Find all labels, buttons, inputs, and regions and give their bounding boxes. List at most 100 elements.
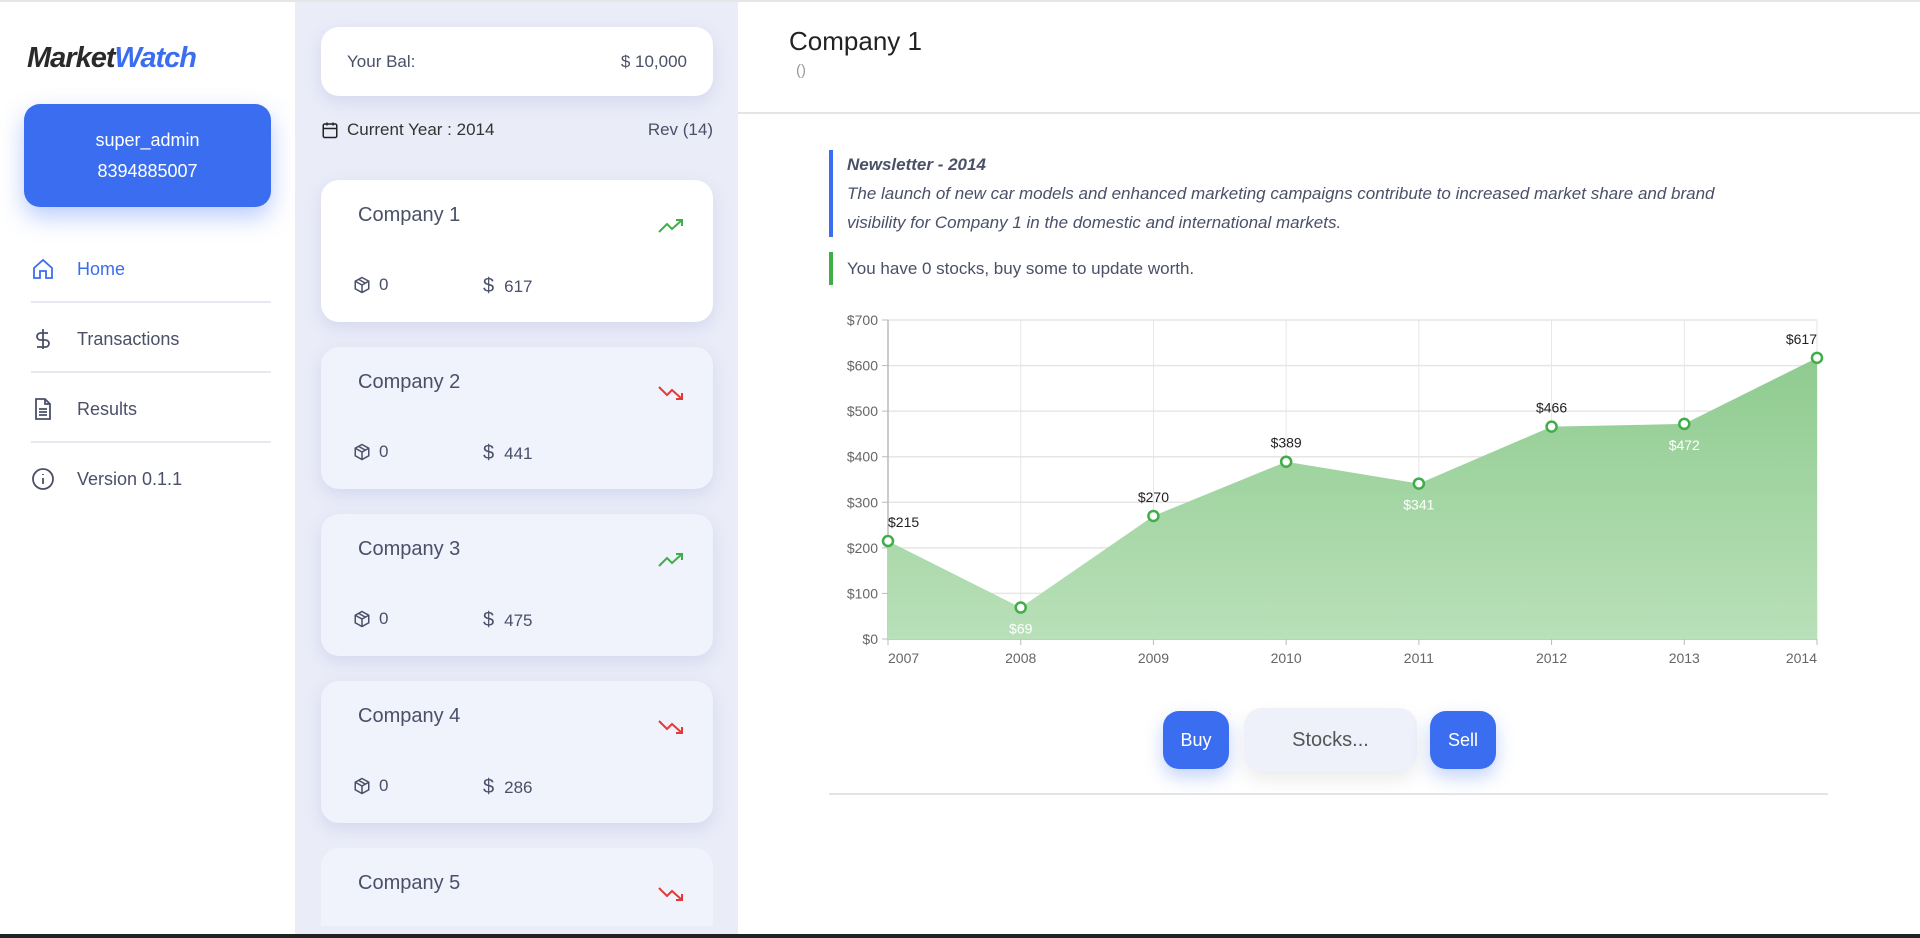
nav-home[interactable]: Home [31, 249, 271, 289]
buy-button[interactable]: Buy [1163, 711, 1229, 769]
company-price-value: 475 [504, 610, 533, 630]
nav-transactions-label: Transactions [77, 328, 180, 349]
year-row: Current Year : 2014 Rev (14) [321, 120, 713, 140]
company-price: $475 [483, 609, 533, 632]
balance-label: Your Bal: [347, 51, 416, 71]
y-tick-label: $600 [847, 358, 878, 374]
balance-value-wrap: $ 10,000 [621, 52, 687, 72]
dollar-icon: $ [483, 275, 495, 297]
company-name: Company 3 [358, 538, 461, 560]
box-icon [354, 777, 370, 795]
trending-down-icon [658, 386, 683, 400]
x-tick-label: 2012 [1536, 650, 1567, 666]
nav-version[interactable]: Version 0.1.1 [31, 459, 271, 499]
nav-divider [31, 441, 271, 443]
dollar-icon: $ [483, 776, 495, 798]
stock-count: 0 [353, 275, 388, 295]
info-icon [32, 468, 54, 490]
stock-count: 0 [353, 776, 388, 796]
stock-count: 0 [353, 442, 388, 462]
y-tick-label: $400 [847, 449, 878, 465]
company-price-value: 441 [504, 443, 533, 463]
company-price-value: 286 [504, 777, 533, 797]
nav-transactions[interactable]: Transactions [31, 319, 271, 359]
bottom-border [0, 934, 1920, 938]
company-name: Company 2 [358, 371, 461, 393]
revision: Rev (14) [647, 120, 713, 139]
sell-button[interactable]: Sell [1430, 711, 1496, 769]
data-point [1279, 455, 1293, 468]
box-icon [354, 610, 370, 628]
sidebar: MarketWatch super_admin 8394885007 Home … [0, 2, 295, 934]
company-card[interactable]: Company 5 [321, 848, 713, 926]
y-tick-label: $500 [847, 403, 878, 419]
data-label: $617 [1786, 331, 1817, 347]
price-area [888, 357, 1817, 639]
company-card[interactable]: Company 3 0 $475 [321, 514, 713, 656]
y-tick-label: $300 [847, 494, 878, 510]
nav-results[interactable]: Results [31, 389, 271, 429]
data-label: $389 [1271, 435, 1302, 451]
data-label: $341 [1403, 497, 1434, 513]
trending-down-icon [658, 720, 683, 734]
data-label: $466 [1536, 400, 1567, 416]
x-tick-label: 2008 [1005, 650, 1036, 666]
dollar-icon: $ [483, 442, 495, 464]
company-card[interactable]: Company 1 0 $617 [321, 180, 713, 322]
stock-count-value: 0 [379, 442, 389, 461]
stock-count-value: 0 [379, 776, 389, 795]
divider [829, 793, 1828, 795]
company-name: Company 1 [358, 204, 461, 226]
trending-up-icon [658, 219, 683, 233]
data-point [1147, 509, 1160, 523]
dollar-icon [36, 329, 50, 349]
stock-count: 0 [353, 609, 388, 629]
nav-results-label: Results [77, 398, 138, 419]
document-icon [35, 398, 51, 420]
company-price: $286 [483, 776, 533, 799]
data-point [1678, 417, 1691, 431]
company-card[interactable]: Company 4 0 $286 [321, 681, 713, 823]
nav-home-label: Home [77, 258, 126, 279]
y-tick-label: $700 [847, 312, 878, 328]
stock-count-value: 0 [379, 609, 389, 628]
x-tick-label: 2011 [1404, 650, 1434, 666]
company-price-value: 617 [504, 276, 533, 296]
data-point [881, 534, 895, 548]
home-icon [33, 258, 53, 279]
company-name: Company 4 [358, 705, 461, 727]
logo[interactable]: MarketWatch [27, 42, 197, 75]
stocks-input[interactable] [1244, 708, 1417, 772]
balance-card: Your Bal: $ 10,000 [321, 27, 713, 96]
box-icon [354, 276, 370, 294]
trending-up-icon [658, 553, 683, 567]
x-tick-label: 2010 [1271, 650, 1302, 666]
username: super_admin [95, 130, 200, 150]
user-phone: 8394885007 [97, 161, 198, 181]
data-label: $270 [1138, 489, 1169, 505]
price-chart: $0 $100 $200 $300 $400 $500 $600 $700 2007 2008 20… [847, 312, 1824, 666]
current-year: Current Year : 2014 [347, 120, 495, 139]
nav-divider [31, 371, 271, 373]
calendar-icon [322, 122, 338, 139]
x-tick-label: 2014 [1786, 650, 1817, 666]
nav-divider [31, 301, 271, 303]
y-tick-label: $200 [847, 540, 878, 556]
company-panel: Your Bal: $ 10,000 Current Year : 2014 R… [295, 2, 738, 934]
nav-version-label: Version 0.1.1 [77, 468, 183, 489]
dollar-icon: $ [620, 51, 635, 71]
company-card[interactable]: Company 2 0 $441 [321, 347, 713, 489]
data-point [1545, 420, 1558, 433]
y-tick-label: $100 [847, 585, 878, 601]
data-label: $215 [888, 514, 919, 530]
data-label: $472 [1669, 437, 1700, 453]
box-icon [354, 443, 370, 461]
data-point [1810, 351, 1824, 365]
main-content: Company 1 () Newsletter - 2014 The launc… [738, 2, 1920, 934]
x-tick-label: 2009 [1138, 650, 1169, 666]
user-card: super_admin 8394885007 [24, 104, 271, 207]
company-price: $441 [483, 442, 533, 465]
balance-value: 10,000 [635, 51, 687, 71]
data-point [1412, 477, 1426, 490]
data-label: $69 [1009, 621, 1033, 637]
